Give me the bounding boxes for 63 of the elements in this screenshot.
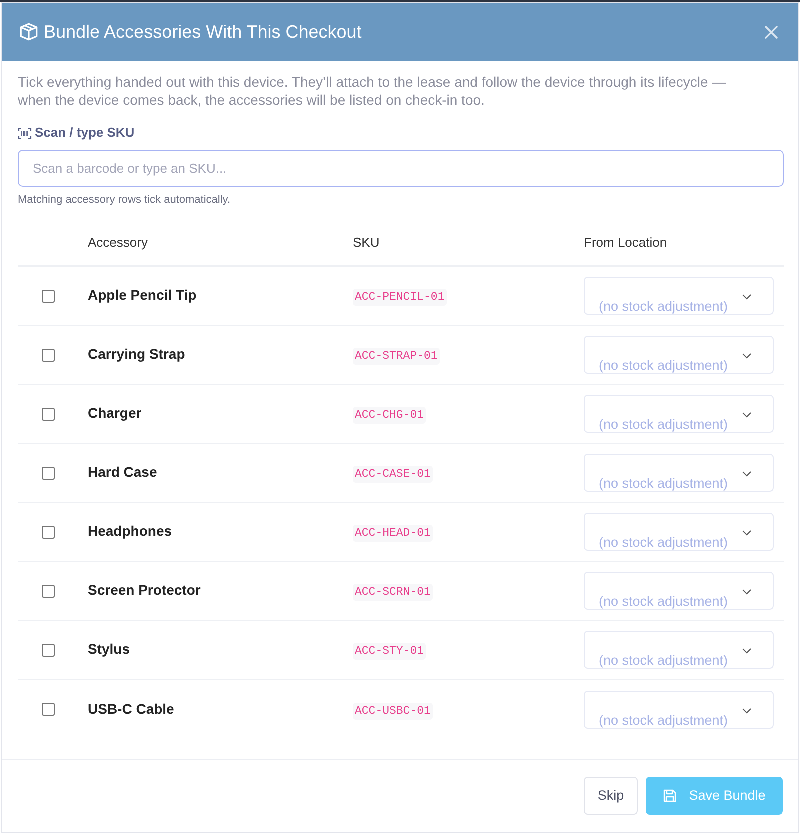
dialog-title: Bundle Accessories With This Checkout xyxy=(44,21,362,43)
checkbox[interactable] xyxy=(42,644,55,656)
hint-text: Matching accessory rows tick automatically. xyxy=(18,193,232,207)
sku-code: ACC-PENCIL-01 xyxy=(353,289,447,306)
location-value: (no stock adjustment) xyxy=(599,712,728,728)
sku-code: ACC-CASE-01 xyxy=(353,466,433,483)
location-select[interactable]: (no stock adjustment) xyxy=(584,572,774,610)
close-button[interactable] xyxy=(764,25,778,39)
accessory-name: Apple Pencil Tip xyxy=(88,287,197,303)
accessory-name: Carrying Strap xyxy=(88,346,186,362)
checkbox[interactable] xyxy=(42,348,55,362)
location-value: (no stock adjustment) xyxy=(599,535,728,550)
chevron-down-icon xyxy=(742,589,752,595)
sku-code: ACC-STY-01 xyxy=(353,643,426,660)
location-value: (no stock adjustment) xyxy=(599,653,728,668)
accessory-name: Stylus xyxy=(88,641,130,657)
chevron-down-icon xyxy=(742,353,752,359)
checkbox[interactable] xyxy=(42,526,55,538)
description-text: Tick everything handed out with this device. They’ll attach to the lease and follow the device through its lifecycle — when the device comes back, the accessories will be listed on check-in too. xyxy=(18,73,728,109)
sku-code: ACC-HEAD-01 xyxy=(353,525,433,542)
location-value: (no stock adjustment) xyxy=(599,299,728,314)
chevron-down-icon xyxy=(742,530,752,536)
location-select[interactable]: (no stock adjustment) xyxy=(584,513,774,551)
location-value: (no stock adjustment) xyxy=(599,594,728,609)
accessory-name: Screen Protector xyxy=(88,582,201,598)
column-header: Accessory xyxy=(87,235,149,251)
accessory-name: Headphones xyxy=(88,523,172,539)
sku-code: ACC-SCRN-01 xyxy=(353,584,433,601)
location-select[interactable]: (no stock adjustment) xyxy=(584,631,774,669)
skip-button[interactable]: Skip xyxy=(584,777,638,815)
column-header: SKU xyxy=(352,235,381,251)
column-header: From Location xyxy=(583,235,668,251)
save-button[interactable]: Save Bundle xyxy=(646,777,783,815)
checkbox[interactable] xyxy=(42,703,55,716)
checkbox[interactable] xyxy=(42,584,55,598)
box-icon xyxy=(20,23,38,41)
location-value: (no stock adjustment) xyxy=(599,417,728,432)
location-value: (no stock adjustment) xyxy=(599,358,728,373)
checkbox[interactable] xyxy=(42,408,55,420)
chevron-down-icon xyxy=(742,471,752,477)
location-value: (no stock adjustment) xyxy=(599,476,728,491)
sku-code: ACC-STRAP-01 xyxy=(353,348,440,365)
chevron-down-icon xyxy=(742,648,752,654)
accessory-name: Hard Case xyxy=(88,464,158,480)
sku-code: ACC-USBC-01 xyxy=(353,702,433,720)
location-select[interactable]: (no stock adjustment) xyxy=(584,690,774,728)
barcode-icon xyxy=(18,126,32,140)
sku-input[interactable]: Scan a barcode or type an SKU... xyxy=(18,150,784,187)
location-select[interactable]: (no stock adjustment) xyxy=(584,395,774,433)
sku-code: ACC-CHG-01 xyxy=(353,407,426,424)
scan-label: Scan / type SKU xyxy=(35,125,135,141)
chevron-down-icon xyxy=(742,708,752,714)
save-icon xyxy=(663,789,678,803)
location-select[interactable]: (no stock adjustment) xyxy=(584,336,774,374)
chevron-down-icon xyxy=(742,294,752,300)
checkbox[interactable] xyxy=(42,466,55,480)
chevron-down-icon xyxy=(742,412,752,418)
location-select[interactable]: (no stock adjustment) xyxy=(584,454,774,492)
checkbox[interactable] xyxy=(42,290,55,302)
close-icon xyxy=(764,26,778,38)
accessory-name: USB-C Cable xyxy=(88,700,174,716)
accessory-name: Charger xyxy=(88,405,142,421)
location-select[interactable]: (no stock adjustment) xyxy=(584,277,774,315)
